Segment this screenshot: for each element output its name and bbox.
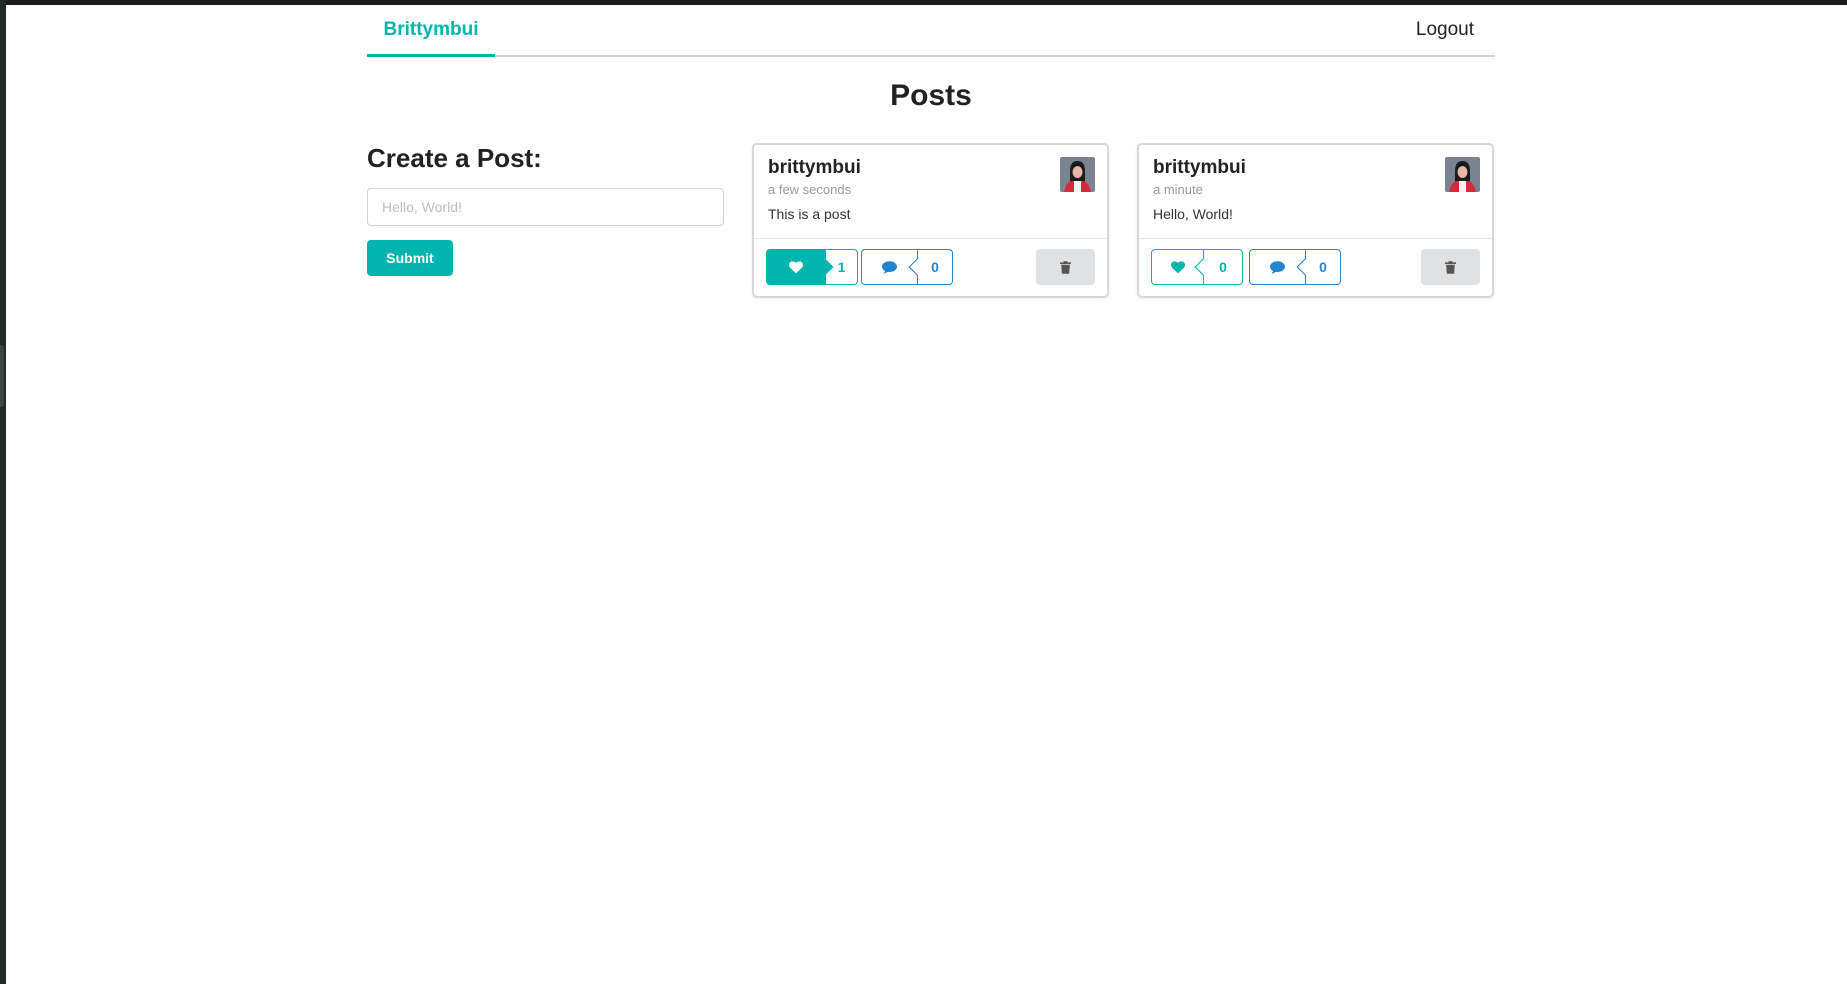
avatar[interactable]: [1060, 157, 1095, 192]
page-title: Posts: [890, 79, 972, 112]
post-timestamp[interactable]: a few seconds: [768, 182, 1093, 197]
post-card: brittymbui a minute Hello, World! 0 0: [1137, 143, 1494, 298]
post-author[interactable]: brittymbui: [768, 157, 1093, 179]
comment-button[interactable]: 0: [1249, 249, 1341, 285]
heart-icon: [789, 260, 803, 273]
delete-button[interactable]: [1421, 249, 1480, 285]
avatar[interactable]: [1445, 157, 1480, 192]
create-post-heading: Create a Post:: [367, 143, 542, 173]
create-post-form: Create a Post: Submit: [367, 143, 724, 276]
post-body: This is a post: [768, 206, 851, 222]
comment-count: 0: [1305, 249, 1341, 285]
like-button[interactable]: 1: [766, 249, 858, 285]
like-button[interactable]: 0: [1151, 249, 1243, 285]
post-card-content: brittymbui a few seconds This is a post: [754, 145, 1107, 239]
menu-item-home[interactable]: Brittymbui: [367, 5, 495, 57]
comment-icon: [1270, 260, 1285, 274]
post-actions: 0 0: [1139, 239, 1492, 296]
like-count: 1: [826, 249, 858, 285]
like-count: 0: [1203, 249, 1243, 285]
logout-link[interactable]: Logout: [1416, 5, 1474, 55]
comment-count: 0: [917, 249, 953, 285]
edge-handle: [0, 345, 4, 407]
post-body: Hello, World!: [1153, 206, 1233, 222]
submit-button[interactable]: Submit: [367, 240, 453, 276]
delete-button[interactable]: [1036, 249, 1095, 285]
trash-icon: [1445, 260, 1456, 274]
trash-icon: [1060, 260, 1071, 274]
post-body-input[interactable]: [367, 188, 724, 226]
window-left-edge: [0, 0, 6, 984]
post-card-content: brittymbui a minute Hello, World!: [1139, 145, 1492, 239]
comment-icon: [882, 260, 897, 274]
page-container: Brittymbui Logout Posts Create a Post: S…: [367, 5, 1495, 980]
heart-icon: [1170, 260, 1185, 273]
post-card: brittymbui a few seconds This is a post …: [752, 143, 1109, 298]
top-menu: Brittymbui Logout: [367, 5, 1495, 57]
post-actions: 1 0: [754, 239, 1107, 296]
post-timestamp[interactable]: a minute: [1153, 182, 1478, 197]
post-author[interactable]: brittymbui: [1153, 157, 1478, 179]
comment-button[interactable]: 0: [861, 249, 953, 285]
